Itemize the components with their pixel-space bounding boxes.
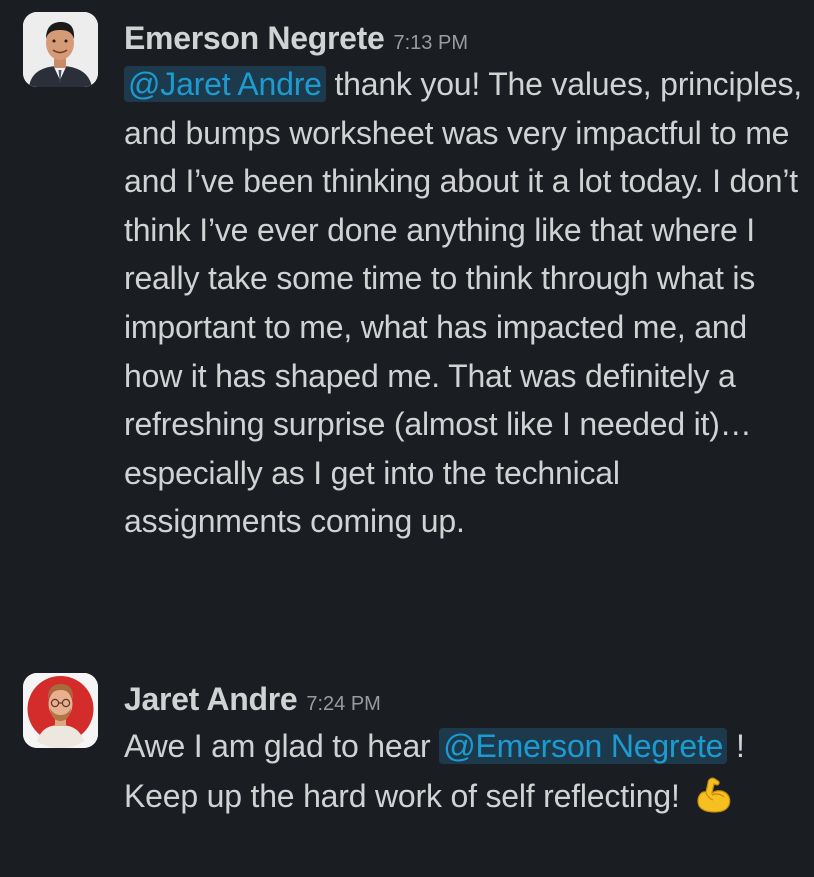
message-text: thank you! The values, principles, and b… — [124, 66, 802, 540]
mention-emerson-negrete[interactable]: @Emerson Negrete — [439, 728, 728, 764]
avatar-emerson-image — [23, 12, 98, 87]
flexed-biceps-icon — [692, 771, 736, 815]
message-body: @Jaret Andre thank you! The values, prin… — [124, 60, 804, 546]
mention-jaret-andre[interactable]: @Jaret Andre — [124, 66, 326, 102]
author-name[interactable]: Jaret Andre — [124, 673, 298, 725]
avatar-emerson[interactable] — [23, 12, 98, 87]
avatar-jaret-image — [23, 673, 98, 748]
message-body: Awe I am glad to hear @Emerson Negrete !… — [124, 722, 804, 820]
message-text: Awe I am glad to hear — [124, 728, 440, 764]
author-name[interactable]: Emerson Negrete — [124, 12, 385, 64]
avatar-jaret[interactable] — [23, 673, 98, 748]
